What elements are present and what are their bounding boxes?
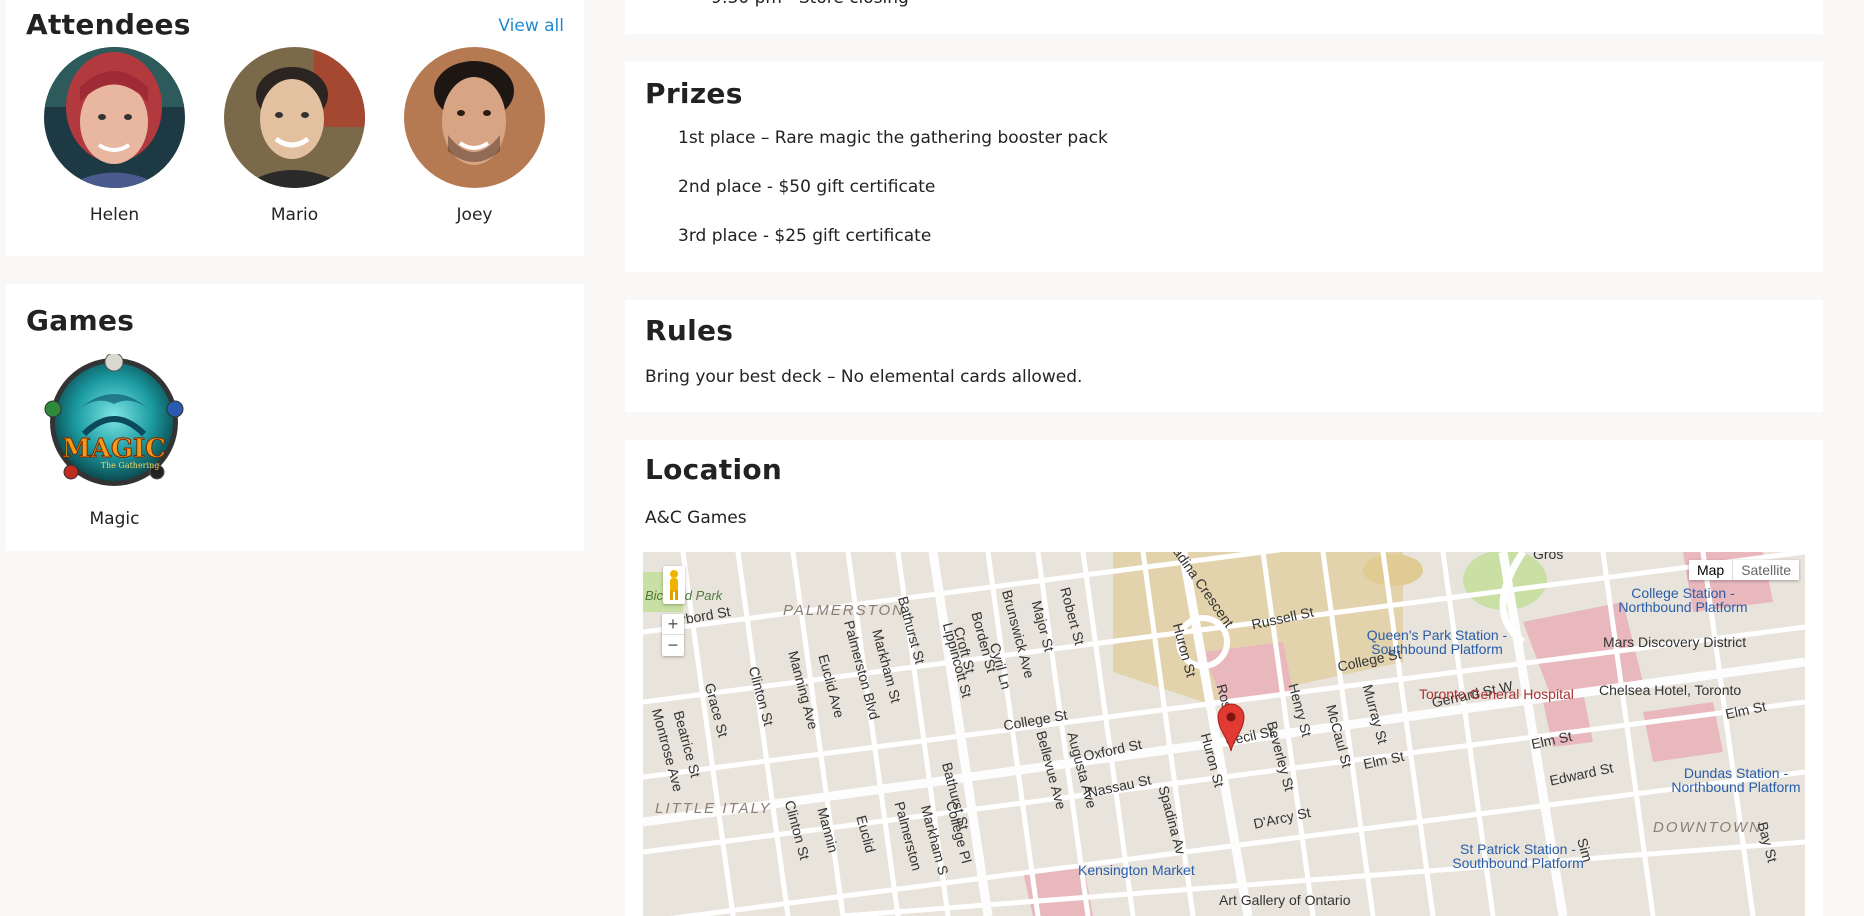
game-magic[interactable]: MAGIC The Gathering Magic <box>44 352 185 529</box>
schedule-panel: 9:30 pm - Store closing <box>625 0 1823 34</box>
prize-item: 2nd place - $50 gift certificate <box>678 177 936 197</box>
game-name: Magic <box>89 509 140 529</box>
map-label: PALMERSTON <box>783 602 905 619</box>
rules-title: Rules <box>645 314 734 347</box>
svg-text:MAGIC: MAGIC <box>62 434 166 464</box>
map-type-map-button[interactable]: Map <box>1689 560 1734 580</box>
schedule-item: 9:30 pm - Store closing <box>711 0 909 8</box>
map-poi: College Station - Northbound Platform <box>1618 585 1748 615</box>
map-poi: Queen's Park Station - Southbound Platfo… <box>1366 627 1508 657</box>
magic-logo[interactable]: MAGIC The Gathering <box>44 352 185 495</box>
attendee-joey[interactable]: Joey <box>404 47 545 225</box>
attendee-name: Joey <box>456 205 493 225</box>
attendees-title: Attendees <box>26 8 191 41</box>
map-label: LITTLE ITALY <box>655 800 772 817</box>
map-poi: St Patrick Station - Southbound Platform <box>1452 841 1584 871</box>
games-panel: Games MAGIC The Gathering Magic <box>6 284 584 551</box>
zoom-control: + − <box>662 614 684 656</box>
prize-list: 1st place – Rare magic the gathering boo… <box>678 128 1108 275</box>
map-type-control: Map Satellite <box>1688 560 1799 580</box>
attendee-helen[interactable]: Helen <box>44 47 185 225</box>
map-poi: Chelsea Hotel, Toronto <box>1599 682 1742 698</box>
games-title: Games <box>26 304 135 337</box>
zoom-in-button[interactable]: + <box>662 614 684 635</box>
avatar[interactable] <box>404 47 545 188</box>
attendee-name: Helen <box>89 205 140 225</box>
avatar[interactable] <box>44 47 185 188</box>
attendee-name: Mario <box>270 205 319 225</box>
rules-text: Bring your best deck – No elemental card… <box>645 367 1083 387</box>
view-all-attendees-link[interactable]: View all <box>498 16 564 36</box>
location-title: Location <box>645 453 783 486</box>
map-type-satellite-button[interactable]: Satellite <box>1733 560 1799 580</box>
avatar[interactable] <box>224 47 365 188</box>
zoom-out-button[interactable]: − <box>662 635 684 656</box>
map-poi: Mars Discovery District <box>1603 634 1747 650</box>
rules-panel: Rules Bring your best deck – No elementa… <box>625 300 1823 412</box>
attendee-list: Helen Mario Joey <box>44 47 545 225</box>
prizes-title: Prizes <box>645 77 743 110</box>
location-map[interactable]: Bickford Park arbord St PALMERSTON LITTL… <box>643 552 1805 916</box>
location-panel: Location A&C Games Park arbord St PALMER… <box>625 440 1823 916</box>
venue-name: A&C Games <box>645 508 747 528</box>
prizes-panel: Prizes 1st place – Rare magic the gather… <box>625 61 1823 272</box>
attendee-mario[interactable]: Mario <box>224 47 365 225</box>
attendees-panel: Attendees View all Helen Mario Joey <box>6 0 584 256</box>
prize-item: 1st place – Rare magic the gathering boo… <box>678 128 1108 148</box>
map-poi: Toronto General Hospital <box>1419 686 1574 702</box>
map-label: Gros <box>1533 552 1564 562</box>
map-label: DOWNTOWN <box>1653 819 1763 836</box>
svg-text:The Gathering: The Gathering <box>101 461 160 470</box>
map-poi: Kensington Market <box>1078 862 1195 878</box>
prize-item: 3rd place - $25 gift certificate <box>678 226 932 246</box>
pegman-icon[interactable] <box>663 566 685 604</box>
map-poi: Dundas Station - Northbound Platform <box>1671 765 1801 795</box>
map-poi: Art Gallery of Ontario <box>1219 892 1351 908</box>
